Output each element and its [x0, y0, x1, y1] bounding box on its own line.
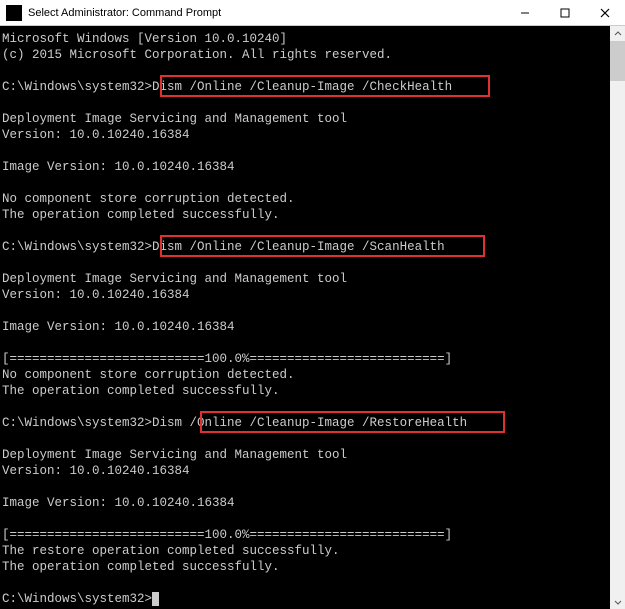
- prompt-line: C:\Windows\system32>: [2, 592, 152, 606]
- output-line: (c) 2015 Microsoft Corporation. All righ…: [2, 48, 392, 62]
- output-line: Deployment Image Servicing and Managemen…: [2, 272, 347, 286]
- vertical-scrollbar[interactable]: [610, 26, 625, 609]
- window-title: Select Administrator: Command Prompt: [28, 7, 505, 19]
- output-line: Image Version: 10.0.10240.16384: [2, 160, 235, 174]
- maximize-icon: [560, 8, 570, 18]
- output-line: Image Version: 10.0.10240.16384: [2, 320, 235, 334]
- chevron-up-icon: [614, 30, 622, 38]
- scroll-down-button[interactable]: [610, 594, 625, 609]
- minimize-button[interactable]: [505, 0, 545, 25]
- output-line: Version: 10.0.10240.16384: [2, 288, 190, 302]
- window-controls: [505, 0, 625, 25]
- progress-line: [==========================100.0%=======…: [2, 528, 452, 542]
- minimize-icon: [520, 8, 530, 18]
- output-line: The operation completed successfully.: [2, 208, 280, 222]
- scroll-up-button[interactable]: [610, 26, 625, 41]
- app-icon: [6, 5, 22, 21]
- output-line: Version: 10.0.10240.16384: [2, 464, 190, 478]
- output-line: The restore operation completed successf…: [2, 544, 340, 558]
- output-line: Deployment Image Servicing and Managemen…: [2, 112, 347, 126]
- close-button[interactable]: [585, 0, 625, 25]
- close-icon: [600, 8, 610, 18]
- output-line: Version: 10.0.10240.16384: [2, 128, 190, 142]
- output-line: The operation completed successfully.: [2, 560, 280, 574]
- output-line: No component store corruption detected.: [2, 192, 295, 206]
- title-bar: Select Administrator: Command Prompt: [0, 0, 625, 26]
- scroll-thumb[interactable]: [610, 41, 625, 81]
- command-line: C:\Windows\system32>Dism /Online /Cleanu…: [2, 80, 452, 94]
- cursor: [152, 592, 159, 606]
- terminal-output[interactable]: Microsoft Windows [Version 10.0.10240] (…: [0, 26, 625, 609]
- chevron-down-icon: [614, 598, 622, 606]
- maximize-button[interactable]: [545, 0, 585, 25]
- command-line: C:\Windows\system32>Dism /Online /Cleanu…: [2, 240, 445, 254]
- output-line: The operation completed successfully.: [2, 384, 280, 398]
- scroll-track[interactable]: [610, 41, 625, 594]
- output-line: Microsoft Windows [Version 10.0.10240]: [2, 32, 287, 46]
- output-line: No component store corruption detected.: [2, 368, 295, 382]
- progress-line: [==========================100.0%=======…: [2, 352, 452, 366]
- command-line: C:\Windows\system32>Dism /Online /Cleanu…: [2, 416, 467, 430]
- output-line: Deployment Image Servicing and Managemen…: [2, 448, 347, 462]
- output-line: Image Version: 10.0.10240.16384: [2, 496, 235, 510]
